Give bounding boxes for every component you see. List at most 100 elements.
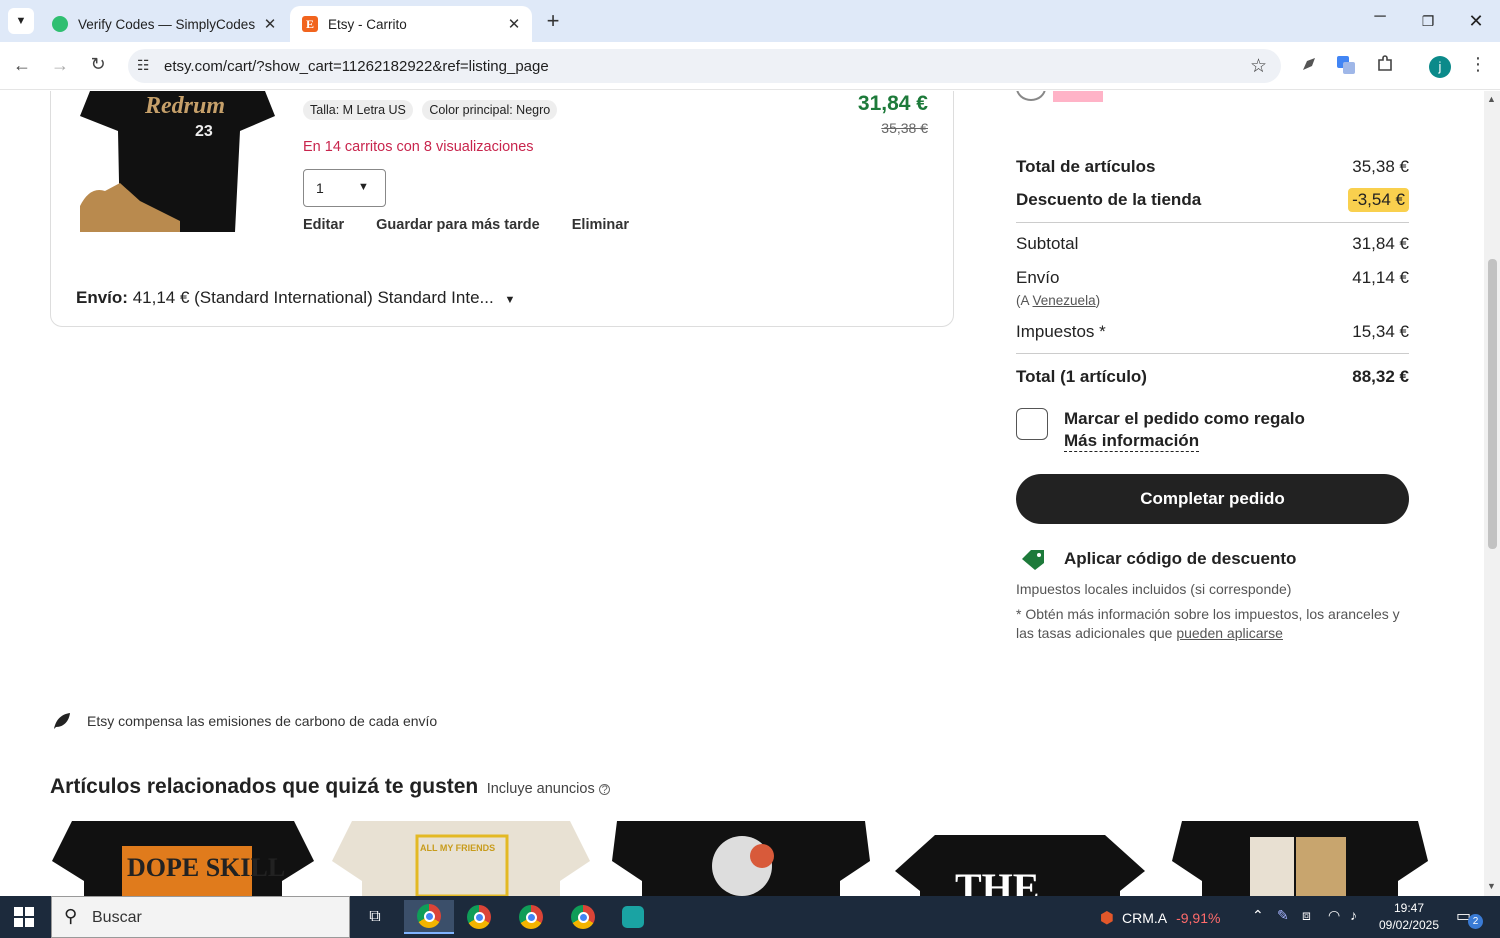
notifications-button[interactable]: ▭ 2 bbox=[1456, 906, 1483, 929]
restore-window-button[interactable]: ❐ bbox=[1414, 8, 1442, 34]
edit-button[interactable]: Editar bbox=[303, 217, 344, 233]
taskbar-search-box[interactable]: ⚲ Buscar bbox=[51, 896, 350, 938]
browser-tab-bar: ▼ Verify Codes — SimplyCodes ✕ E Etsy - … bbox=[0, 0, 1500, 42]
taskbar-chrome-3[interactable] bbox=[508, 900, 554, 934]
carbon-note-text: Etsy compensa las emisiones de carbono d… bbox=[87, 713, 438, 729]
gift-more-info-link[interactable]: Más información bbox=[1064, 431, 1200, 452]
close-icon: ✕ bbox=[1468, 11, 1484, 31]
tax-note-link[interactable]: pueden aplicarse bbox=[1176, 625, 1283, 641]
clock-date: 09/02/2025 bbox=[1378, 918, 1440, 932]
info-icon[interactable]: ? bbox=[599, 784, 611, 796]
stock-symbol: CRM.A bbox=[1121, 910, 1168, 926]
chevron-up-icon[interactable]: ⌃ bbox=[1252, 907, 1264, 924]
shirt-print-number: 23 bbox=[195, 123, 213, 140]
stock-trend-icon: ⬢ bbox=[1100, 910, 1114, 927]
browser-menu-button[interactable]: ⋮ bbox=[1466, 54, 1490, 75]
ads-note: Incluye anuncios bbox=[486, 781, 595, 797]
shipping-destination-suffix: ) bbox=[1095, 293, 1101, 308]
total-value: 88,32 € bbox=[1352, 367, 1409, 386]
save-for-later-button[interactable]: Guardar para más tarde bbox=[376, 217, 540, 233]
chrome-icon bbox=[467, 905, 491, 929]
product-image[interactable]: Redrum 23 bbox=[80, 91, 275, 232]
close-icon[interactable]: ✕ bbox=[258, 15, 282, 33]
arrow-left-icon: ← bbox=[13, 55, 31, 75]
item-original-price: 35,38 € bbox=[881, 120, 928, 136]
taskbar-vpn-app[interactable] bbox=[610, 900, 656, 934]
extension-rocket-icon[interactable] bbox=[1297, 55, 1321, 78]
subtotal-row: Subtotal 31,84 € bbox=[1016, 234, 1409, 254]
tab-title: Verify Codes — SimplyCodes bbox=[78, 16, 256, 32]
chevron-down-icon: ▼ bbox=[15, 15, 27, 27]
restore-icon: ❐ bbox=[1421, 13, 1435, 29]
page-scrollbar[interactable]: ▲ ▼ bbox=[1484, 91, 1500, 896]
url-text[interactable]: etsy.com/cart/?show_cart=11262182922&ref… bbox=[164, 58, 549, 75]
minimize-window-button[interactable]: ─ bbox=[1366, 8, 1394, 34]
taxes-label[interactable]: Impuestos * bbox=[1016, 322, 1106, 342]
destination-country-link[interactable]: Venezuela bbox=[1033, 293, 1096, 308]
pen-icon[interactable]: ✎ bbox=[1277, 907, 1289, 924]
address-bar[interactable]: ☷ etsy.com/cart/?show_cart=11262182922&r… bbox=[128, 49, 1281, 83]
apply-coupon-label: Aplicar código de descuento bbox=[1064, 549, 1297, 568]
quantity-select[interactable]: 1 ▼ bbox=[303, 169, 386, 207]
tab-etsy-cart[interactable]: E Etsy - Carrito ✕ bbox=[290, 6, 532, 42]
scrollbar-thumb[interactable] bbox=[1488, 259, 1497, 549]
related-product-3[interactable] bbox=[612, 821, 870, 896]
google-translate-icon[interactable] bbox=[1334, 55, 1358, 80]
caret-down-icon: ▼ bbox=[504, 294, 516, 306]
task-view-icon: ⧉ bbox=[369, 908, 381, 925]
taskbar-chrome-4[interactable] bbox=[560, 900, 606, 934]
task-view-button[interactable]: ⧉ bbox=[352, 900, 398, 934]
total-row: Total (1 artículo) 88,32 € bbox=[1016, 367, 1409, 387]
shipping-option-select[interactable]: Envío: 41,14 € (Standard International) … bbox=[76, 288, 515, 308]
scroll-down-arrow-icon[interactable]: ▼ bbox=[1487, 881, 1496, 891]
windows-taskbar: ⚲ Buscar ⧉ ⬢ CRM.A -9,91% ⌃ ✎ ⧈ ◠ ♪ 19:4… bbox=[0, 896, 1500, 938]
item-actions: Editar Guardar para más tarde Eliminar bbox=[303, 217, 629, 233]
new-tab-button[interactable]: + bbox=[540, 8, 566, 34]
reload-icon: ↻ bbox=[90, 54, 106, 74]
bookmark-star-icon[interactable]: ☆ bbox=[1250, 55, 1267, 78]
tab-simplycodes[interactable]: Verify Codes — SimplyCodes ✕ bbox=[40, 6, 288, 42]
caret-down-icon: ▼ bbox=[358, 181, 369, 193]
clock[interactable]: 19:47 09/02/2025 bbox=[1376, 900, 1442, 934]
reload-button[interactable]: ↻ bbox=[86, 54, 110, 75]
related-product-1[interactable]: DOPE SKILL bbox=[52, 821, 314, 896]
gift-label: Marcar el pedido como regalo bbox=[1064, 409, 1305, 428]
product-print-text: DOPE SKILL bbox=[127, 853, 285, 882]
apply-coupon-link[interactable]: Aplicar código de descuento bbox=[1020, 548, 1296, 570]
total-label: Total (1 artículo) bbox=[1016, 367, 1147, 386]
stock-change: -9,91% bbox=[1176, 910, 1221, 926]
related-product-2[interactable]: ALL MY FRIENDS bbox=[332, 821, 590, 896]
scroll-up-arrow-icon[interactable]: ▲ bbox=[1487, 94, 1496, 104]
notification-count: 2 bbox=[1468, 914, 1483, 929]
payment-radio[interactable] bbox=[1016, 91, 1046, 101]
forward-button[interactable]: → bbox=[48, 55, 72, 76]
gift-checkbox[interactable] bbox=[1016, 408, 1048, 440]
related-product-4[interactable]: THE bbox=[895, 821, 1145, 896]
volume-icon[interactable]: ♪ bbox=[1350, 907, 1357, 923]
taskbar-chrome-1[interactable] bbox=[404, 900, 454, 934]
remove-button[interactable]: Eliminar bbox=[572, 217, 629, 233]
meet-icon[interactable]: ⧈ bbox=[1302, 907, 1311, 924]
tab-search-dropdown-button[interactable]: ▼ bbox=[8, 8, 34, 34]
tag-icon bbox=[1022, 550, 1044, 570]
related-product-5[interactable] bbox=[1172, 821, 1428, 896]
shipping-value: 41,14 € (Standard International) Standar… bbox=[132, 288, 494, 307]
subtotal-value: 31,84 € bbox=[1352, 234, 1409, 253]
close-icon[interactable]: ✕ bbox=[502, 15, 526, 33]
taskbar-chrome-2[interactable] bbox=[456, 900, 502, 934]
size-chip: Talla: M Letra US bbox=[303, 100, 413, 120]
stock-widget[interactable]: ⬢ CRM.A -9,91% bbox=[1100, 908, 1220, 928]
extensions-puzzle-icon[interactable] bbox=[1373, 55, 1397, 78]
back-button[interactable]: ← bbox=[10, 55, 34, 76]
profile-avatar[interactable]: j bbox=[1429, 56, 1451, 78]
clock-time: 19:47 bbox=[1393, 901, 1425, 915]
site-info-icon[interactable]: ☷ bbox=[137, 57, 150, 74]
start-button[interactable] bbox=[14, 907, 36, 929]
close-window-button[interactable]: ✕ bbox=[1462, 8, 1490, 34]
shipping-destination: (A Venezuela) bbox=[1016, 293, 1100, 308]
chrome-icon bbox=[417, 904, 441, 928]
network-icon[interactable]: ◠ bbox=[1328, 907, 1340, 924]
shirt-print-text: Redrum bbox=[144, 93, 225, 119]
shipping-row: Envío 41,14 € bbox=[1016, 268, 1409, 288]
checkout-button[interactable]: Completar pedido bbox=[1016, 474, 1409, 524]
